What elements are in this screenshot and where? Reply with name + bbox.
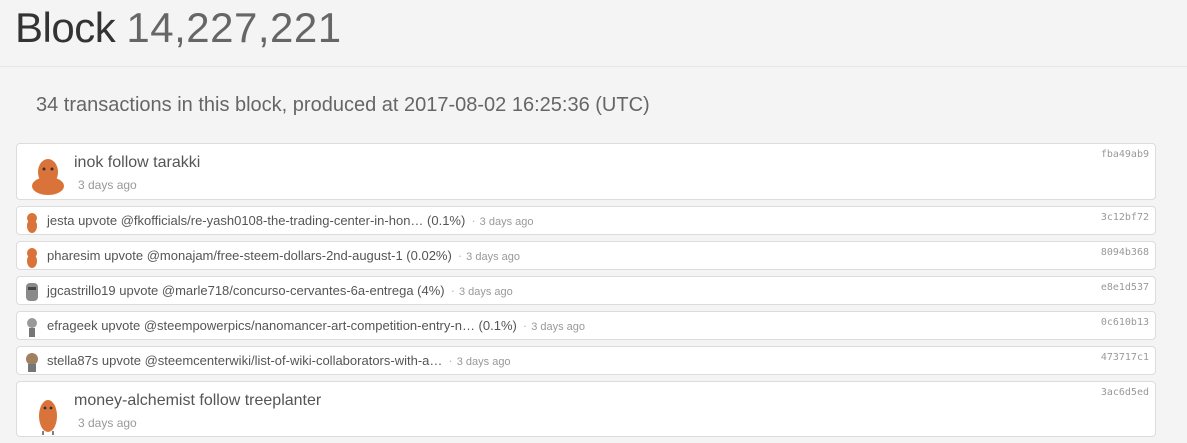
transaction-card[interactable]: pharesim upvote @monajam/free-steem-doll… [16,241,1156,270]
user-avatar-icon[interactable] [25,152,71,198]
transaction-time: 3 days ago [531,321,586,333]
user-avatar-icon[interactable] [25,390,71,436]
transaction-hash[interactable]: 8094b368 [1101,247,1149,258]
user-avatar-icon[interactable] [22,246,42,268]
user-avatar-icon[interactable] [22,281,42,303]
transaction-time: 3 days ago [479,216,534,228]
transaction-hash[interactable]: 3ac6d5ed [1101,387,1149,398]
transaction-card[interactable]: stella87s upvote @steemcenterwiki/list-o… [16,346,1156,375]
transaction-card[interactable]: jesta upvote @fkofficials/re-yash0108-th… [16,206,1156,235]
transaction-hash[interactable]: 473717c1 [1101,352,1149,363]
transaction-time: 3 days ago [458,286,513,298]
transaction-hash[interactable]: 0c610b13 [1101,317,1149,328]
transaction-time: 3 days ago [466,251,520,263]
block-number: 14,227,221 [126,4,342,51]
divider [0,66,1187,67]
transaction-time: 3 days ago [456,356,511,368]
user-avatar-icon[interactable] [22,351,42,373]
user-avatar-icon[interactable] [22,211,42,233]
transaction-time: 3 days ago [78,416,137,430]
page-title: Block 14,227,221 [15,4,342,52]
transaction-text[interactable]: stella87s upvote @steemcenterwiki/list-o… [47,353,442,368]
transaction-time: 3 days ago [78,178,137,192]
block-summary: 34 transactions in this block, produced … [36,94,650,116]
transaction-list: inok follow tarakki 3 days ago fba49ab9 … [16,143,1156,443]
transaction-text[interactable]: inok follow tarakki [74,154,200,172]
block-label: Block [15,4,116,51]
transaction-text[interactable]: money-alchemist follow treeplanter [74,392,321,410]
transaction-card[interactable]: money-alchemist follow treeplanter 3 day… [16,381,1156,437]
transaction-text[interactable]: pharesim upvote @monajam/free-steem-doll… [47,248,452,263]
transaction-hash[interactable]: e8e1d537 [1101,282,1149,293]
transaction-card[interactable]: efrageek upvote @steempowerpics/nanomanc… [16,311,1156,340]
transaction-card[interactable]: inok follow tarakki 3 days ago fba49ab9 [16,143,1156,200]
transaction-card[interactable]: jgcastrillo19 upvote @marle718/concurso-… [16,276,1156,305]
transaction-hash[interactable]: 3c12bf72 [1101,212,1149,223]
transaction-hash[interactable]: fba49ab9 [1101,149,1149,160]
user-avatar-icon[interactable] [22,316,42,338]
transaction-text[interactable]: efrageek upvote @steempowerpics/nanomanc… [47,318,517,333]
transaction-text[interactable]: jesta upvote @fkofficials/re-yash0108-th… [47,213,465,228]
transaction-text[interactable]: jgcastrillo19 upvote @marle718/concurso-… [47,283,445,298]
